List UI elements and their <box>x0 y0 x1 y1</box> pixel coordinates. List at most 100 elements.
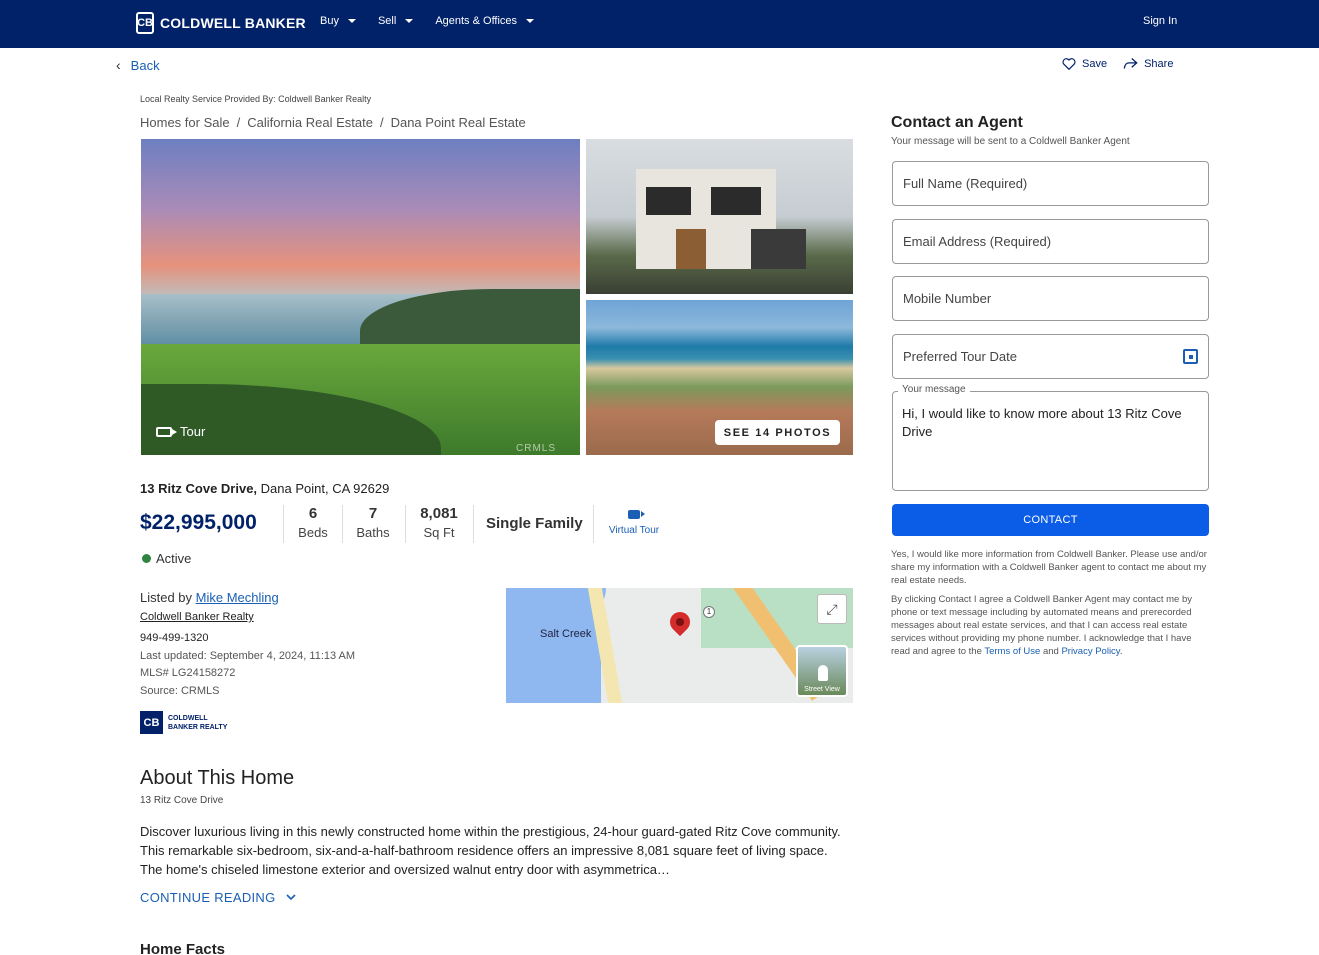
mobile-field[interactable]: Mobile Number <box>892 276 1209 321</box>
privacy-policy-link[interactable]: Privacy Policy <box>1061 646 1119 657</box>
coldwell-banker-logo[interactable]: CB COLDWELL BANKER <box>136 12 306 34</box>
sign-in-link[interactable]: Sign In <box>1143 15 1177 27</box>
listing-address: 13 Ritz Cove Drive, Dana Point, CA 92629 <box>140 481 389 496</box>
back-label: Back <box>130 57 160 73</box>
map-pin-icon[interactable] <box>665 607 695 637</box>
terms-of-use-link[interactable]: Terms of Use <box>984 646 1040 657</box>
photo-house <box>636 169 806 269</box>
video-camera-icon <box>628 510 645 519</box>
listed-by: Listed by Mike Mechling <box>140 590 279 605</box>
nav-sell-label: Sell <box>377 15 397 27</box>
logo-text: COLDWELL BANKER <box>160 15 306 31</box>
share-button[interactable]: Share <box>1123 57 1173 70</box>
save-button[interactable]: Save <box>1062 57 1107 70</box>
tour-button[interactable]: Tour <box>156 424 205 439</box>
listing-source: Source: CRMLS <box>140 685 220 697</box>
about-subheading: 13 Ritz Cove Drive <box>140 795 224 806</box>
status-label: Active <box>156 551 192 566</box>
listing-price: $22,995,000 <box>140 511 257 534</box>
contact-heading: Contact an Agent <box>891 114 1023 131</box>
location-map[interactable]: Salt Creek 1 ⤢ Street View <box>506 588 853 703</box>
coldwell-banker-realty-logo: CB COLDWELL BANKER REALTY <box>140 711 238 734</box>
listed-by-prefix: Listed by <box>140 590 193 605</box>
nav-agents-label: Agents & Offices <box>435 15 518 27</box>
main-nav: Buy Sell Agents & Offices <box>320 15 556 27</box>
stat-divider <box>283 505 284 543</box>
heart-icon <box>1062 58 1076 70</box>
sqft-value: 8,081 <box>420 505 458 522</box>
stat-divider <box>342 505 343 543</box>
video-camera-icon <box>156 426 177 437</box>
message-label: Your message <box>898 384 970 395</box>
beds-stat: 6 Beds <box>295 505 331 543</box>
cb-logo-icon: CB <box>140 711 163 734</box>
expand-icon: ⤢ <box>826 600 838 617</box>
chevron-left-icon: ‹ <box>116 57 121 73</box>
provider-note: Local Realty Service Provided By: Coldwe… <box>140 94 372 104</box>
breadcrumb-separator: / <box>236 115 241 130</box>
status-dot-icon <box>142 554 151 563</box>
back-link[interactable]: ‹ Back <box>116 57 160 73</box>
baths-stat: 7 Baths <box>352 505 394 543</box>
street-view-label: Street View <box>804 686 840 693</box>
beds-label: Beds <box>298 525 328 540</box>
full-name-field[interactable]: Full Name (Required) <box>892 161 1209 206</box>
agent-phone[interactable]: 949-499-1320 <box>140 632 209 644</box>
continue-reading-button[interactable]: CONTINUE READING <box>140 890 296 905</box>
breadcrumb-dana-point[interactable]: Dana Point Real Estate <box>391 115 526 130</box>
beds-value: 6 <box>308 505 318 522</box>
contact-button[interactable]: CONTACT <box>892 504 1209 536</box>
listing-actions: Save Share <box>1062 57 1173 70</box>
save-label: Save <box>1082 57 1108 70</box>
sqft-label: Sq Ft <box>423 525 455 540</box>
nav-buy[interactable]: Buy <box>320 15 356 27</box>
contact-disclaimer: By clicking Contact I agree a Coldwell B… <box>891 593 1207 658</box>
stat-divider <box>405 505 406 543</box>
chevron-down-icon <box>285 894 296 901</box>
brokerage-link[interactable]: Coldwell Banker Realty <box>140 611 254 623</box>
agent-link[interactable]: Mike Mechling <box>196 590 279 605</box>
main-photo[interactable] <box>141 139 580 455</box>
tour-date-field[interactable]: Preferred Tour Date <box>892 334 1209 379</box>
expand-map-button[interactable]: ⤢ <box>817 594 847 624</box>
breadcrumb-homes-for-sale[interactable]: Homes for Sale <box>140 115 230 130</box>
stat-divider <box>593 505 594 543</box>
see-all-photos-button[interactable]: SEE 14 PHOTOS <box>715 420 840 445</box>
brand-logo-text: COLDWELL BANKER REALTY <box>168 714 228 731</box>
virtual-tour-button[interactable]: Virtual Tour <box>606 510 662 536</box>
photo-window <box>711 187 761 215</box>
mls-number: MLS# LG24158272 <box>140 667 236 679</box>
house-exterior-photo[interactable] <box>586 139 853 294</box>
about-heading: About This Home <box>140 767 295 789</box>
share-label: Share <box>1144 57 1174 70</box>
top-navigation-bar: CB COLDWELL BANKER Buy Sell Agents & Off… <box>0 0 1319 48</box>
property-type: Single Family <box>486 515 583 532</box>
street-view-button[interactable]: Street View <box>796 645 848 697</box>
city-state-zip: Dana Point, CA 92629 <box>260 481 390 496</box>
continue-reading-label: CONTINUE READING <box>140 890 276 905</box>
nav-sell[interactable]: Sell <box>377 15 414 27</box>
disclaimer-period: . <box>1119 646 1123 657</box>
map-label-salt-creek: Salt Creek <box>540 628 592 640</box>
caret-down-icon <box>405 19 414 23</box>
consent-text: Yes, I would like more information from … <box>891 549 1207 586</box>
disclaimer-text: By clicking Contact I agree a Coldwell B… <box>891 594 1192 657</box>
breadcrumb-separator: / <box>379 115 384 130</box>
baths-value: 7 <box>368 505 378 522</box>
tour-label: Tour <box>180 424 206 439</box>
calendar-icon[interactable] <box>1183 349 1198 364</box>
virtual-tour-label: Virtual Tour <box>608 525 660 536</box>
message-text[interactable]: Hi, I would like to know more about 13 R… <box>902 405 1192 441</box>
disclaimer-and: and <box>1042 646 1059 657</box>
status-badge: Active <box>142 551 191 566</box>
email-field[interactable]: Email Address (Required) <box>892 219 1209 264</box>
share-arrow-icon <box>1123 58 1138 69</box>
caret-down-icon <box>347 19 356 23</box>
nav-agents-offices[interactable]: Agents & Offices <box>435 15 535 27</box>
street-address: 13 Ritz Cove Drive, <box>140 481 258 496</box>
breadcrumb-california[interactable]: California Real Estate <box>247 115 373 130</box>
highway-shield: 1 <box>703 606 715 618</box>
last-updated: Last updated: September 4, 2024, 11:13 A… <box>140 650 356 662</box>
home-facts-heading: Home Facts <box>140 941 226 955</box>
baths-label: Baths <box>356 525 390 540</box>
